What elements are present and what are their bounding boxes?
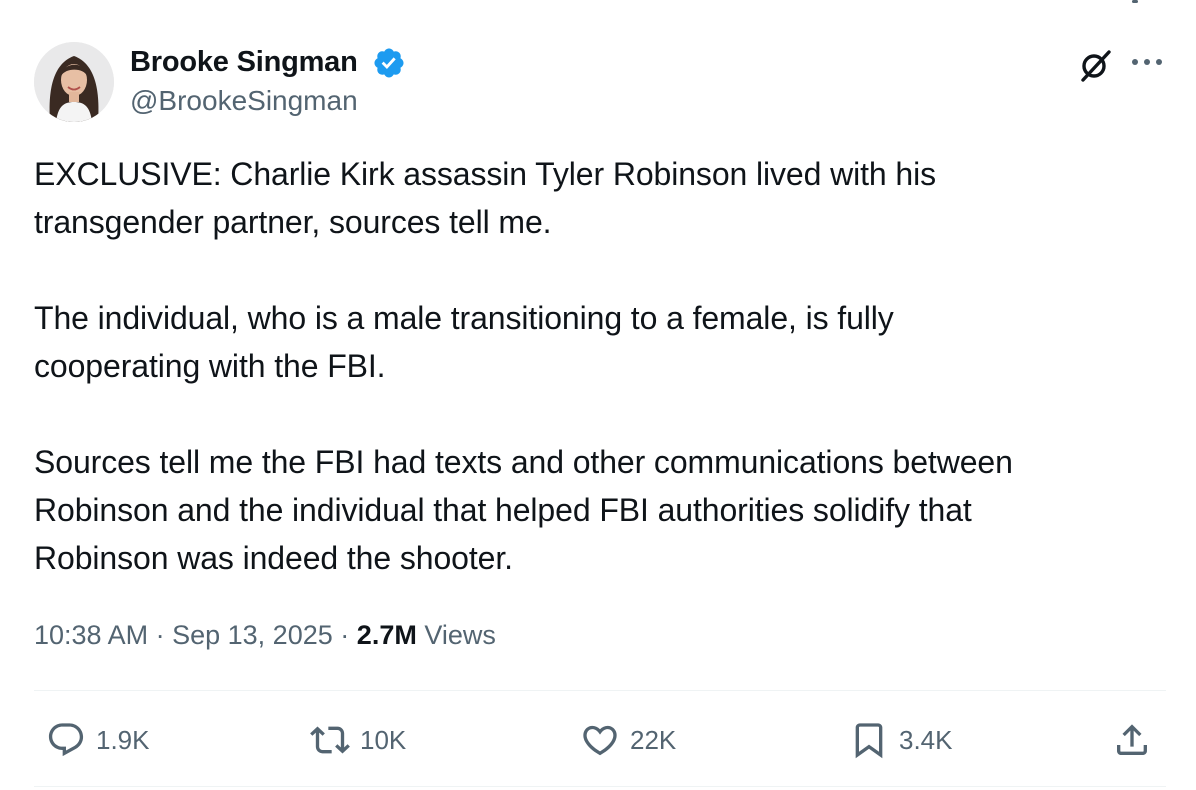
tweet-paragraph: EXCLUSIVE: Charlie Kirk assassin Tyler R… <box>34 156 937 240</box>
share-icon <box>1117 724 1147 755</box>
bookmark-button[interactable]: 3.4K <box>849 716 953 764</box>
tweet-paragraph: Sources tell me the FBI had texts and ot… <box>34 444 1013 576</box>
meta-separator: · <box>155 620 165 650</box>
tweet-text: EXCLUSIVE: Charlie Kirk assassin Tyler R… <box>34 150 1164 582</box>
reply-count: 1.9K <box>96 724 150 755</box>
like-count: 22K <box>630 724 677 755</box>
retweet-button[interactable]: 10K <box>310 716 406 764</box>
retweet-icon <box>310 726 350 754</box>
top-edge-mark <box>1132 0 1138 3</box>
profile-photo <box>34 42 114 122</box>
divider <box>34 786 1166 787</box>
tweet-date[interactable]: Sep 13, 2025 <box>172 620 333 650</box>
bookmark-count: 3.4K <box>899 724 953 755</box>
bookmark-icon <box>855 723 883 759</box>
tweet-time[interactable]: 10:38 AM <box>34 620 148 650</box>
heart-icon <box>583 725 617 756</box>
reply-icon <box>48 723 84 757</box>
reply-button[interactable]: 1.9K <box>46 716 150 764</box>
share-button[interactable] <box>1112 716 1152 764</box>
more-options-icon[interactable] <box>1130 57 1164 67</box>
grok-icon[interactable] <box>1076 46 1114 84</box>
retweet-count: 10K <box>360 724 407 755</box>
tweet-meta: 10:38 AM · Sep 13, 2025 · 2.7M Views <box>34 615 496 655</box>
meta-separator: · <box>340 620 350 650</box>
action-bar: 1.9K 10K 22K 3.4K <box>34 716 1166 764</box>
tweet-paragraph: The individual, who is a male transition… <box>34 300 894 384</box>
author-handle[interactable]: @BrookeSingman <box>130 84 358 118</box>
avatar[interactable] <box>34 42 114 122</box>
views-count[interactable]: 2.7M <box>357 620 417 650</box>
verified-badge-icon <box>374 48 404 78</box>
views-label[interactable]: Views <box>424 620 496 650</box>
divider <box>34 690 1166 691</box>
like-button[interactable]: 22K <box>580 716 676 764</box>
author-display-name[interactable]: Brooke Singman <box>130 44 358 80</box>
